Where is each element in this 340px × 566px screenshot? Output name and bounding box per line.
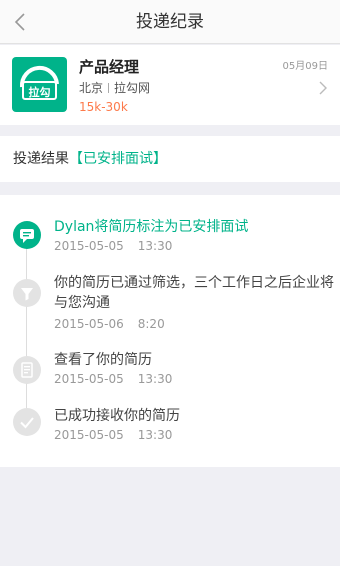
timeline-text: 已成功接收你的简历: [54, 408, 180, 424]
timeline-date: 2015-05-06: [54, 317, 124, 331]
job-company: 拉勾网: [114, 81, 151, 95]
result-label: 投递结果: [13, 151, 69, 167]
resume-icon: [13, 356, 41, 384]
timeline-text: 你的简历已通过筛选，三个工作日之后企业将与您沟通: [54, 275, 334, 311]
timeline-clock: 13:30: [137, 428, 173, 442]
job-card[interactable]: 拉勾 产品经理 北京 拉勾网 15k-30k 05月09日: [0, 45, 340, 125]
company-logo: 拉勾: [12, 57, 67, 112]
timeline-date: 2015-05-05: [54, 239, 124, 253]
job-meta: 北京 拉勾网: [79, 79, 150, 96]
chevron-right-icon: [319, 81, 327, 95]
timeline-clock: 13:30: [137, 372, 173, 386]
chat-icon: [13, 221, 41, 249]
timeline-text: Dylan将简历标注为已安排面试: [54, 219, 249, 235]
timeline-text: 查看了你的简历: [54, 352, 152, 368]
delivery-result: 投递结果【已安排面试】: [0, 136, 340, 182]
job-salary: 15k-30k: [79, 100, 128, 114]
timeline-time: 2015-05-05 13:30: [54, 428, 172, 442]
timeline: Dylan将简历标注为已安排面试 2015-05-05 13:30 你的简历已通过…: [0, 195, 340, 467]
filter-icon: [13, 279, 41, 307]
timeline-date: 2015-05-05: [54, 372, 124, 386]
logo-text: 拉勾: [28, 86, 51, 99]
job-city: 北京: [79, 81, 104, 95]
timeline-clock: 13:30: [137, 239, 173, 253]
job-date: 05月09日: [282, 61, 328, 72]
job-title: 产品经理: [79, 58, 140, 76]
timeline-time: 2015-05-06 8:20: [54, 317, 165, 331]
meta-divider: [108, 83, 110, 93]
timeline-date: 2015-05-05: [54, 428, 124, 442]
nav-bar: 投递纪录: [0, 0, 340, 44]
timeline-time: 2015-05-05 13:30: [54, 372, 172, 386]
check-icon: [13, 408, 41, 436]
timeline-time: 2015-05-05 13:30: [54, 239, 172, 253]
timeline-line: [26, 225, 27, 425]
page-title: 投递纪录: [136, 12, 204, 32]
result-status: 【已安排面试】: [69, 151, 167, 167]
timeline-clock: 8:20: [137, 317, 165, 331]
